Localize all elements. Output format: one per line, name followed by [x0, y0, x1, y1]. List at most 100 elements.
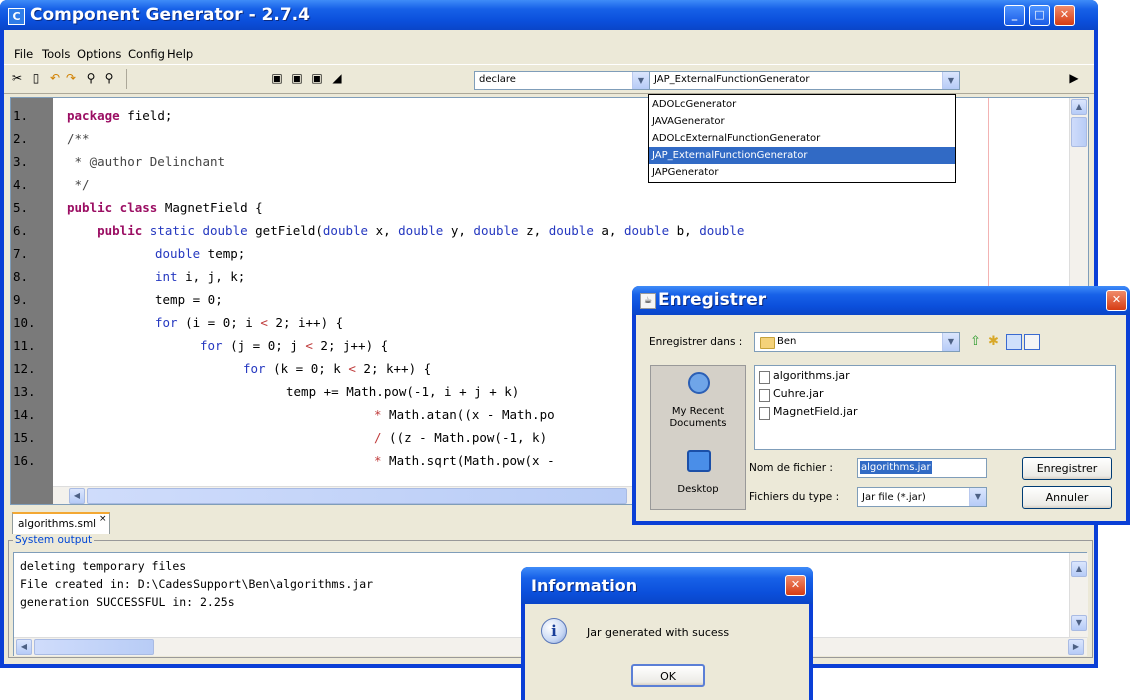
redo-icon[interactable]: ↷	[64, 71, 78, 85]
undo-icon[interactable]: ↶	[48, 71, 62, 85]
scroll-left-icon[interactable]: ◀	[69, 488, 85, 504]
code-token: MagnetField {	[157, 200, 263, 215]
find-icon[interactable]: ⚲	[84, 71, 98, 85]
line-number: 12.	[13, 361, 36, 376]
line-number: 5.	[13, 200, 29, 215]
save-as-icon[interactable]: ▣	[290, 71, 304, 85]
desktop-icon	[687, 450, 711, 472]
code-token: double	[548, 223, 594, 238]
code-token: y,	[443, 223, 474, 238]
block-type-value: declare	[479, 74, 516, 85]
scroll-up-icon[interactable]: ▲	[1071, 99, 1087, 115]
file-list: algorithms.jar Cuhre.jar MagnetField.jar	[754, 365, 1116, 450]
ok-button[interactable]: OK	[631, 664, 705, 687]
java-icon: ☕	[640, 293, 656, 309]
menu-tools[interactable]: Tools	[42, 47, 70, 61]
close-button[interactable]: ✕	[785, 575, 806, 596]
cut-icon[interactable]: ✂	[10, 71, 24, 85]
chevron-down-icon[interactable]: ▼	[942, 72, 959, 89]
details-view-icon[interactable]	[1024, 334, 1040, 350]
code-line: for (i = 0; i < 2; i++) {	[155, 315, 343, 330]
scroll-right-icon[interactable]: ▶	[1068, 639, 1084, 655]
code-token: static double	[142, 223, 248, 238]
scroll-thumb[interactable]	[34, 639, 154, 655]
save-all-icon[interactable]: ▣	[310, 71, 324, 85]
generator-option[interactable]: ADOLcExternalFunctionGenerator	[649, 130, 955, 147]
save-icon[interactable]: ▣	[270, 71, 284, 85]
save-dialog-title-bar[interactable]: ☕ Enregistrer ✕	[632, 286, 1130, 315]
generator-option-selected[interactable]: JAP_ExternalFunctionGenerator	[649, 147, 955, 164]
chevron-down-icon[interactable]: ▼	[632, 72, 649, 89]
toolbar: ✂ ▯ ↶ ↷ ⚲ ⚲ ▣ ▣ ▣ ◢ declare ▼ JAP_Extern…	[4, 64, 1094, 94]
new-file-icon[interactable]: ▯	[29, 71, 43, 85]
code-token: public	[97, 223, 143, 238]
chevron-down-icon[interactable]: ▼	[942, 333, 959, 351]
code-token: double	[398, 223, 444, 238]
line-number: 1.	[13, 108, 29, 123]
close-tab-icon[interactable]: ×	[99, 514, 107, 524]
scroll-down-icon[interactable]: ▼	[1071, 615, 1087, 631]
code-token: double	[699, 223, 745, 238]
scroll-thumb[interactable]	[87, 488, 627, 504]
look-in-select[interactable]: Ben ▼	[754, 332, 960, 352]
code-line: double temp;	[155, 246, 245, 261]
line-number: 9.	[13, 292, 29, 307]
list-view-icon[interactable]	[1006, 334, 1022, 350]
save-dialog-body: Enregistrer dans : Ben ▼ ⇧ ✱ My Recent D…	[636, 315, 1126, 521]
menu-file[interactable]: File	[14, 47, 33, 61]
new-folder-icon[interactable]: ✱	[988, 334, 999, 349]
close-button[interactable]: ✕	[1054, 5, 1075, 26]
find-replace-icon[interactable]: ⚲	[102, 71, 116, 85]
line-number: 15.	[13, 430, 36, 445]
menu-config[interactable]: Config	[128, 47, 165, 61]
code-token: *	[374, 453, 382, 468]
filetype-select[interactable]: Jar file (*.jar) ▼	[857, 487, 987, 507]
code-line: for (j = 0; j < 2; j++) {	[200, 338, 388, 353]
run-icon[interactable]: ▶	[1067, 71, 1081, 85]
up-folder-icon[interactable]: ⇧	[970, 334, 981, 349]
minimize-button[interactable]: _	[1004, 5, 1025, 26]
code-token: <	[260, 315, 268, 330]
code-token: <	[305, 338, 313, 353]
file-name: Cuhre.jar	[773, 387, 824, 400]
tab-algorithms-sml[interactable]: algorithms.sml ×	[12, 512, 110, 534]
code-token: ((z - Math.pow(-1, k)	[381, 430, 548, 445]
code-token: int	[155, 269, 178, 284]
menu-help[interactable]: Help	[167, 47, 193, 61]
scroll-left-icon[interactable]: ◀	[16, 639, 32, 655]
maximize-button[interactable]: □	[1029, 5, 1050, 26]
scroll-thumb[interactable]	[1071, 117, 1087, 147]
line-number: 6.	[13, 223, 29, 238]
code-token: for	[200, 338, 223, 353]
chevron-down-icon[interactable]: ▼	[969, 488, 986, 506]
menu-options[interactable]: Options	[77, 47, 121, 61]
filetype-label: Fichiers du type :	[749, 491, 840, 503]
jar-file-icon	[759, 389, 770, 402]
generator-option[interactable]: JAVAGenerator	[649, 113, 955, 130]
generator-select[interactable]: JAP_ExternalFunctionGenerator ▼	[649, 71, 960, 90]
code-token: <	[348, 361, 356, 376]
code-token: 2; k++) {	[355, 361, 432, 376]
code-line: public static double getField(double x, …	[67, 223, 744, 238]
code-token: Math.sqrt(Math.pow(x -	[381, 453, 555, 468]
filetype-value: Jar file (*.jar)	[862, 492, 926, 503]
main-title-bar[interactable]: C Component Generator - 2.7.4 _ □ ✕	[0, 0, 1098, 30]
generator-option[interactable]: JAPGenerator	[649, 164, 955, 181]
recent-documents-icon	[688, 372, 710, 394]
place-recent-documents[interactable]: My Recent Documents	[651, 370, 745, 440]
generator-option[interactable]: ADOLcGenerator	[649, 96, 955, 113]
cancel-button[interactable]: Annuler	[1022, 486, 1112, 509]
close-button[interactable]: ✕	[1106, 290, 1127, 311]
scroll-up-icon[interactable]: ▲	[1071, 561, 1087, 577]
place-label: Desktop	[677, 484, 719, 495]
information-dialog-title-bar[interactable]: Information ✕	[521, 567, 813, 604]
block-type-select[interactable]: declare ▼	[474, 71, 650, 90]
code-token: getField(	[247, 223, 323, 238]
code-token: double	[473, 223, 519, 238]
place-desktop[interactable]: Desktop	[651, 448, 745, 504]
code-token: (j = 0; j	[222, 338, 306, 353]
output-vertical-scrollbar[interactable]: ▲ ▼	[1069, 553, 1088, 637]
save-button[interactable]: Enregistrer	[1022, 457, 1112, 480]
eraser-icon[interactable]: ◢	[330, 71, 344, 85]
filename-field[interactable]: algorithms.jar	[857, 458, 987, 478]
